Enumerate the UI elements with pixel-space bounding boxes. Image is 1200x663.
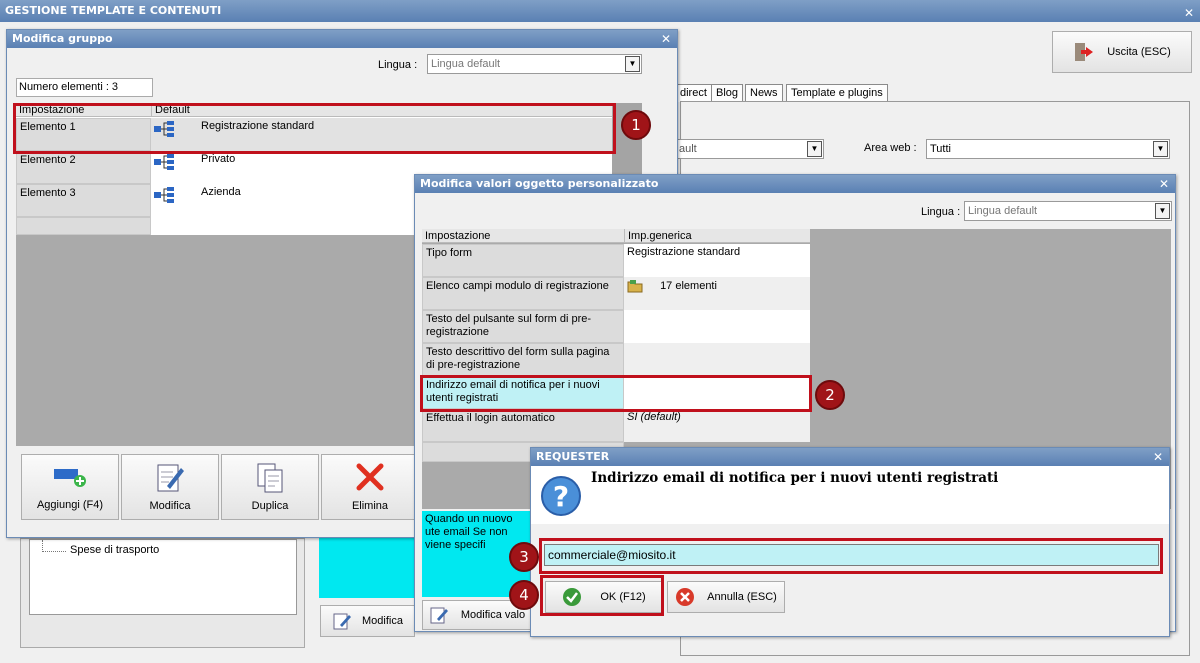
delete-icon bbox=[356, 463, 384, 491]
tree-view[interactable]: Spese di trasporto bbox=[29, 539, 297, 615]
email-input[interactable]: commerciale@miosito.it bbox=[544, 544, 1159, 566]
table-row-name[interactable]: Effettua il login automatico bbox=[422, 409, 624, 442]
table-row-value[interactable]: Registrazione standard bbox=[624, 244, 810, 277]
table-row-name[interactable]: Elemento 3 bbox=[16, 184, 151, 217]
tree-panel-frame: Spese di trasporto bbox=[20, 538, 305, 648]
cancel-icon bbox=[676, 588, 695, 606]
area-web-select[interactable]: Tutti ▼ bbox=[926, 139, 1170, 159]
check-icon bbox=[563, 588, 582, 606]
edit-button[interactable]: Modifica bbox=[121, 454, 219, 520]
edit-icon bbox=[333, 613, 352, 630]
main-title: GESTIONE TEMPLATE E CONTENUTI bbox=[5, 4, 222, 17]
values-dialog-title: Modifica valori oggetto personalizzato bbox=[420, 177, 659, 190]
edit-icon bbox=[157, 464, 184, 492]
edit-icon bbox=[430, 607, 448, 624]
step-badge-2: 2 bbox=[815, 380, 845, 410]
exit-icon bbox=[1075, 43, 1094, 61]
values-lingua-select[interactable]: Lingua default ▼ bbox=[964, 201, 1172, 221]
table-row-value[interactable]: 17 elementi bbox=[624, 277, 810, 310]
table-row-name[interactable]: Testo descrittivo del form sulla pagina … bbox=[422, 343, 624, 376]
close-icon[interactable]: ✕ bbox=[661, 30, 671, 48]
main-modifica-button[interactable]: Modifica bbox=[320, 605, 415, 637]
hierarchy-icon bbox=[154, 121, 174, 137]
table-row-name[interactable]: Elenco campi modulo di registrazione bbox=[422, 277, 624, 310]
table-row-value[interactable] bbox=[624, 343, 810, 376]
group-dialog-titlebar: Modifica gruppo ✕ bbox=[7, 30, 677, 48]
chevron-down-icon: ▼ bbox=[1155, 203, 1170, 219]
grid-header-impostazione: Impostazione bbox=[16, 103, 151, 117]
table-row-name[interactable]: Elemento 1 bbox=[16, 118, 151, 151]
svg-text:?: ? bbox=[553, 480, 569, 513]
duplicate-button[interactable]: Duplica bbox=[221, 454, 319, 520]
exit-label: Uscita (ESC) bbox=[1107, 46, 1171, 58]
element-count: Numero elementi : 3 bbox=[16, 78, 153, 97]
grid-header-impostazione: Impostazione bbox=[422, 229, 624, 243]
chevron-down-icon: ▼ bbox=[807, 141, 822, 157]
tab-template-plugins[interactable]: Template e plugins bbox=[786, 84, 888, 102]
tab-news[interactable]: News bbox=[745, 84, 783, 102]
values-dialog-titlebar: Modifica valori oggetto personalizzato ✕ bbox=[415, 175, 1175, 193]
chevron-down-icon: ▼ bbox=[625, 56, 640, 72]
requester-header: ? Indirizzo email di notifica per i nuov… bbox=[531, 466, 1169, 524]
requester-question: Indirizzo email di notifica per i nuovi … bbox=[591, 470, 999, 486]
requester-dialog: REQUESTER ✕ ? Indirizzo email di notific… bbox=[530, 447, 1170, 637]
exit-button[interactable]: Uscita (ESC) bbox=[1052, 31, 1192, 73]
table-row-value[interactable] bbox=[624, 376, 810, 409]
filter-select[interactable]: ault ▼ bbox=[675, 139, 824, 159]
table-row-empty bbox=[16, 217, 151, 235]
main-titlebar: GESTIONE TEMPLATE E CONTENUTI ✕ bbox=[0, 0, 1200, 22]
step-badge-1: 1 bbox=[621, 110, 651, 140]
tab-direct[interactable]: direct bbox=[675, 84, 712, 102]
close-icon[interactable]: ✕ bbox=[1153, 448, 1163, 466]
cyan-description-panel bbox=[319, 538, 419, 598]
area-web-label: Area web : bbox=[864, 142, 917, 154]
question-icon: ? bbox=[541, 476, 581, 516]
table-row-value[interactable]: SI (default) bbox=[624, 409, 810, 442]
tree-item[interactable]: Spese di trasporto bbox=[70, 544, 159, 556]
values-lingua-label: Lingua : bbox=[921, 206, 961, 218]
grid-header-generica: Imp.generica bbox=[624, 229, 810, 243]
table-row-value[interactable] bbox=[624, 310, 810, 343]
cancel-button[interactable]: Annulla (ESC) bbox=[667, 581, 785, 613]
add-icon bbox=[54, 469, 86, 487]
requester-title: REQUESTER bbox=[536, 450, 610, 463]
tab-blog[interactable]: Blog bbox=[711, 84, 744, 102]
table-row-value[interactable]: Registrazione standard bbox=[151, 118, 612, 151]
ok-button[interactable]: OK (F12) bbox=[545, 581, 663, 613]
folder-icon bbox=[627, 280, 643, 293]
hierarchy-icon bbox=[154, 154, 174, 170]
group-dialog-title: Modifica gruppo bbox=[12, 32, 113, 45]
group-lingua-select[interactable]: Lingua default ▼ bbox=[427, 54, 642, 74]
table-row-name[interactable]: Indirizzo email di notifica per i nuovi … bbox=[422, 376, 624, 409]
step-badge-4: 4 bbox=[509, 580, 539, 610]
group-lingua-label: Lingua : bbox=[378, 59, 418, 71]
table-row-name[interactable]: Elemento 2 bbox=[16, 151, 151, 184]
grid-header-default: Default bbox=[151, 103, 612, 117]
duplicate-icon bbox=[257, 463, 283, 493]
table-row-name[interactable]: Tipo form bbox=[422, 244, 624, 277]
requester-titlebar: REQUESTER ✕ bbox=[531, 448, 1169, 466]
chevron-down-icon: ▼ bbox=[1153, 141, 1168, 157]
delete-button[interactable]: Elimina bbox=[321, 454, 419, 520]
hierarchy-icon bbox=[154, 187, 174, 203]
table-row-name[interactable]: Testo del pulsante sul form di pre-regis… bbox=[422, 310, 624, 343]
step-badge-3: 3 bbox=[509, 542, 539, 572]
main-close-icon[interactable]: ✕ bbox=[1184, 2, 1194, 24]
add-button[interactable]: Aggiungi (F4) bbox=[21, 454, 119, 520]
close-icon[interactable]: ✕ bbox=[1159, 175, 1169, 193]
